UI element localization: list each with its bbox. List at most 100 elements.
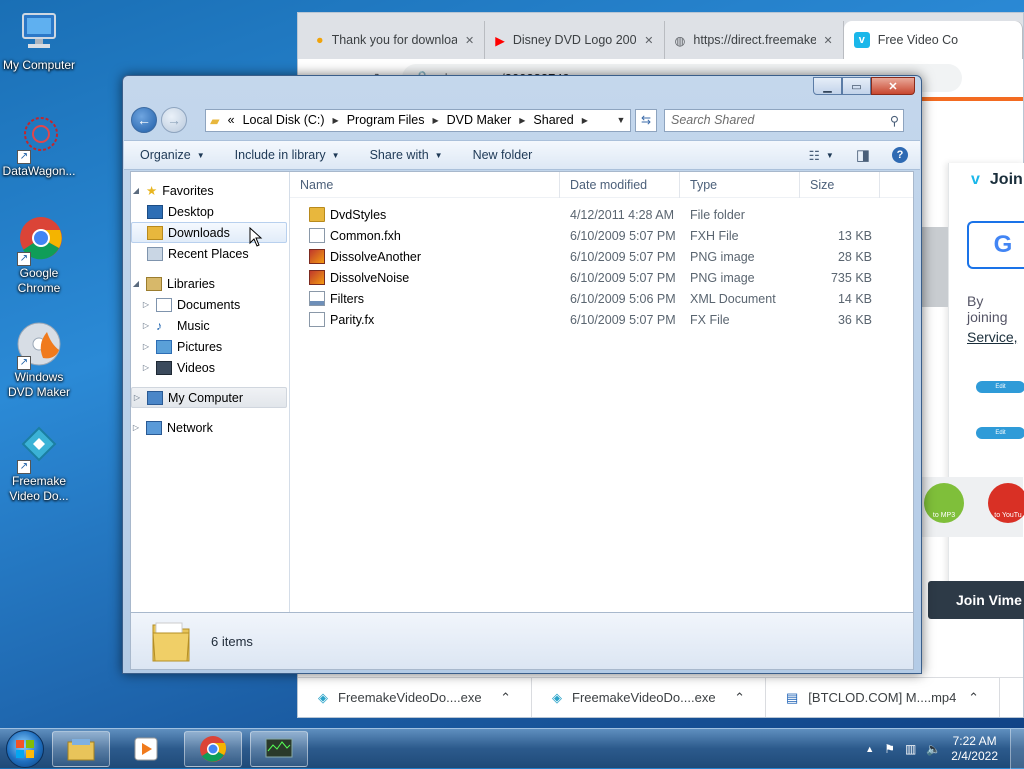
nav-favorites[interactable]: ◢ ★ Favorites: [131, 180, 289, 201]
search-icon[interactable]: ⚲: [890, 113, 899, 128]
system-tray: ▲ ⚑ ▥ 🔈 7:22 AM 2/4/2022: [865, 734, 1010, 764]
search-input[interactable]: Search Shared ⚲: [664, 108, 904, 132]
close-button[interactable]: ✕: [871, 77, 915, 95]
taskbar: ▲ ⚑ ▥ 🔈 7:22 AM 2/4/2022: [0, 728, 1024, 769]
file-row[interactable]: Parity.fx 6/10/2009 5:07 PM FX File 36 K…: [290, 309, 913, 330]
chevron-up-icon[interactable]: ⌃: [968, 690, 979, 706]
column-header-date[interactable]: Date modified: [560, 171, 680, 198]
recent-places-icon: [147, 246, 163, 261]
nav-network[interactable]: ▷ Network: [131, 417, 289, 438]
edit-button[interactable]: Edit: [976, 427, 1024, 439]
include-in-library-button[interactable]: Include in library ▼: [235, 148, 340, 162]
browser-tab[interactable]: ◍ https://direct.freemake.co ✕: [665, 21, 844, 59]
chevron-up-icon[interactable]: ⌃: [500, 690, 511, 706]
tab-close-icon[interactable]: ✕: [824, 34, 833, 47]
tab-close-icon[interactable]: ✕: [644, 34, 653, 47]
search-placeholder: Search Shared: [671, 113, 755, 127]
nav-documents[interactable]: ▷ Documents: [131, 294, 289, 315]
download-item[interactable]: ▤ [BTCLOD.COM] M....mp4 ⌃: [766, 678, 1000, 717]
start-button[interactable]: [6, 729, 44, 768]
organize-button[interactable]: Organize ▼: [140, 148, 205, 162]
nav-label: Network: [167, 420, 213, 435]
refresh-button[interactable]: ⇆: [635, 108, 657, 132]
downloads-bar: ◈ FreemakeVideoDo....exe ⌃ ◈ FreemakeVid…: [298, 677, 1023, 717]
nav-desktop[interactable]: Desktop: [131, 201, 289, 222]
clock[interactable]: 7:22 AM 2/4/2022: [951, 734, 998, 764]
chevron-down-icon[interactable]: ▼: [612, 115, 630, 125]
maximize-button[interactable]: ▭: [842, 77, 871, 95]
network-icon[interactable]: ▥: [905, 742, 916, 756]
file-row[interactable]: DissolveNoise 6/10/2009 5:07 PM PNG imag…: [290, 267, 913, 288]
taskbar-task-manager-button[interactable]: [250, 730, 308, 767]
expand-triangle-icon[interactable]: ▷: [131, 423, 141, 432]
browser-tab[interactable]: ● Thank you for downloadin ✕: [306, 21, 486, 59]
chevron-up-icon[interactable]: ⌃: [734, 690, 745, 706]
minimize-button[interactable]: ▁: [813, 77, 842, 95]
help-icon[interactable]: ?: [892, 147, 908, 163]
breadcrumb-arrow-icon[interactable]: ▶: [519, 116, 525, 125]
videos-icon: [156, 360, 172, 375]
share-with-button[interactable]: Share with ▼: [370, 148, 443, 162]
desktop-icon-chrome[interactable]: ↗ Google Chrome: [0, 216, 78, 296]
to-mp3-icon[interactable]: to MP3: [924, 483, 964, 523]
breadcrumb-item[interactable]: Shared: [533, 113, 573, 127]
breadcrumb-arrow-icon[interactable]: ▶: [582, 116, 588, 125]
taskbar-explorer-button[interactable]: [52, 730, 110, 767]
browser-tab[interactable]: ▶ Disney DVD Logo 2001 - Y ✕: [485, 21, 665, 59]
forward-button[interactable]: →: [161, 107, 187, 133]
file-row[interactable]: Filters 6/10/2009 5:06 PM XML Document 1…: [290, 288, 913, 309]
column-header-type[interactable]: Type: [680, 171, 800, 198]
column-header-name[interactable]: Name: [290, 171, 560, 198]
taskbar-chrome-button[interactable]: [184, 730, 242, 767]
expand-triangle-icon[interactable]: ▷: [141, 363, 151, 372]
nav-music[interactable]: ▷ ♪ Music: [131, 315, 289, 336]
shortcut-arrow-icon: ↗: [17, 252, 31, 266]
breadcrumb-arrow-icon[interactable]: ▶: [433, 116, 439, 125]
download-item[interactable]: ◈ FreemakeVideoDo....exe ⌃: [298, 678, 532, 717]
breadcrumb-arrow-icon[interactable]: ▶: [333, 116, 339, 125]
column-header-size[interactable]: Size: [800, 171, 880, 198]
nav-pictures[interactable]: ▷ Pictures: [131, 336, 289, 357]
terms-link[interactable]: Service,: [967, 329, 1024, 345]
tab-close-icon[interactable]: ✕: [465, 34, 474, 47]
breadcrumb-item[interactable]: Local Disk (C:): [243, 113, 325, 127]
nav-recent-places[interactable]: Recent Places: [131, 243, 289, 264]
file-row[interactable]: Common.fxh 6/10/2009 5:07 PM FXH File 13…: [290, 225, 913, 246]
address-chevrons[interactable]: «: [228, 113, 235, 127]
expand-triangle-icon[interactable]: ◢: [131, 186, 141, 195]
nav-libraries[interactable]: ◢ Libraries: [131, 273, 289, 294]
to-youtube-icon[interactable]: to YouTu: [988, 483, 1024, 523]
action-center-icon[interactable]: ⚑: [884, 742, 895, 756]
preview-pane-icon[interactable]: ◨: [856, 146, 870, 164]
join-vimeo-button[interactable]: Join Vime: [928, 581, 1024, 619]
new-folder-button[interactable]: New folder: [473, 148, 533, 162]
breadcrumb-item[interactable]: DVD Maker: [447, 113, 512, 127]
file-row[interactable]: DissolveAnother 6/10/2009 5:07 PM PNG im…: [290, 246, 913, 267]
expand-triangle-icon[interactable]: ▷: [132, 393, 142, 402]
expand-triangle-icon[interactable]: ◢: [131, 279, 141, 288]
browser-tab-active[interactable]: v Free Video Co: [843, 21, 1023, 59]
views-button[interactable]: ☷ ▼: [809, 148, 834, 163]
show-desktop-button[interactable]: [1010, 728, 1024, 769]
desktop-icon-freemake[interactable]: ↗ Freemake Video Do...: [0, 424, 78, 504]
pictures-icon: [156, 339, 172, 354]
desktop-icon-windows-dvd-maker[interactable]: ↗ Windows DVD Maker: [0, 320, 78, 400]
google-signin-button[interactable]: G: [967, 221, 1024, 269]
desktop-icon-datawagon[interactable]: ↗ DataWagon...: [0, 114, 78, 179]
taskbar-media-player-button[interactable]: [118, 731, 176, 767]
desktop-icon-my-computer[interactable]: My Computer: [0, 8, 78, 73]
nav-my-computer[interactable]: ▷ My Computer: [131, 387, 287, 408]
nav-videos[interactable]: ▷ Videos: [131, 357, 289, 378]
expand-triangle-icon[interactable]: ▷: [141, 300, 151, 309]
edit-button[interactable]: Edit: [976, 381, 1024, 393]
back-button[interactable]: ←: [131, 107, 157, 133]
show-hidden-icons-icon[interactable]: ▲: [865, 744, 874, 754]
expand-triangle-icon[interactable]: ▷: [141, 342, 151, 351]
breadcrumb-item[interactable]: Program Files: [347, 113, 425, 127]
volume-icon[interactable]: 🔈: [926, 742, 941, 756]
file-row[interactable]: DvdStyles 4/12/2011 4:28 AM File folder: [290, 204, 913, 225]
expand-triangle-icon[interactable]: ▷: [141, 321, 151, 330]
download-item[interactable]: ◈ FreemakeVideoDo....exe ⌃: [532, 678, 766, 717]
nav-downloads[interactable]: Downloads: [131, 222, 287, 247]
address-bar[interactable]: ▰ « Local Disk (C:) ▶ Program Files ▶ DV…: [205, 108, 631, 132]
